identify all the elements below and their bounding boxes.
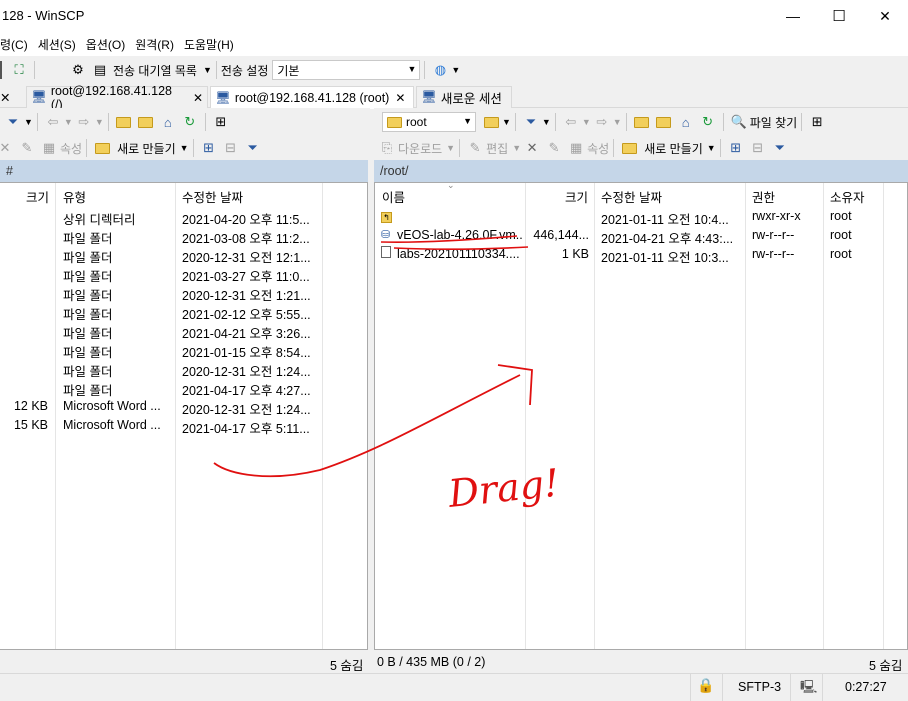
- arrow-curve: [213, 374, 521, 478]
- underline-stroke: [380, 235, 529, 250]
- drag-annotation: Drag!: [213, 235, 561, 516]
- drag-annotation-text: Drag!: [445, 461, 561, 516]
- arrow-head: [497, 364, 533, 406]
